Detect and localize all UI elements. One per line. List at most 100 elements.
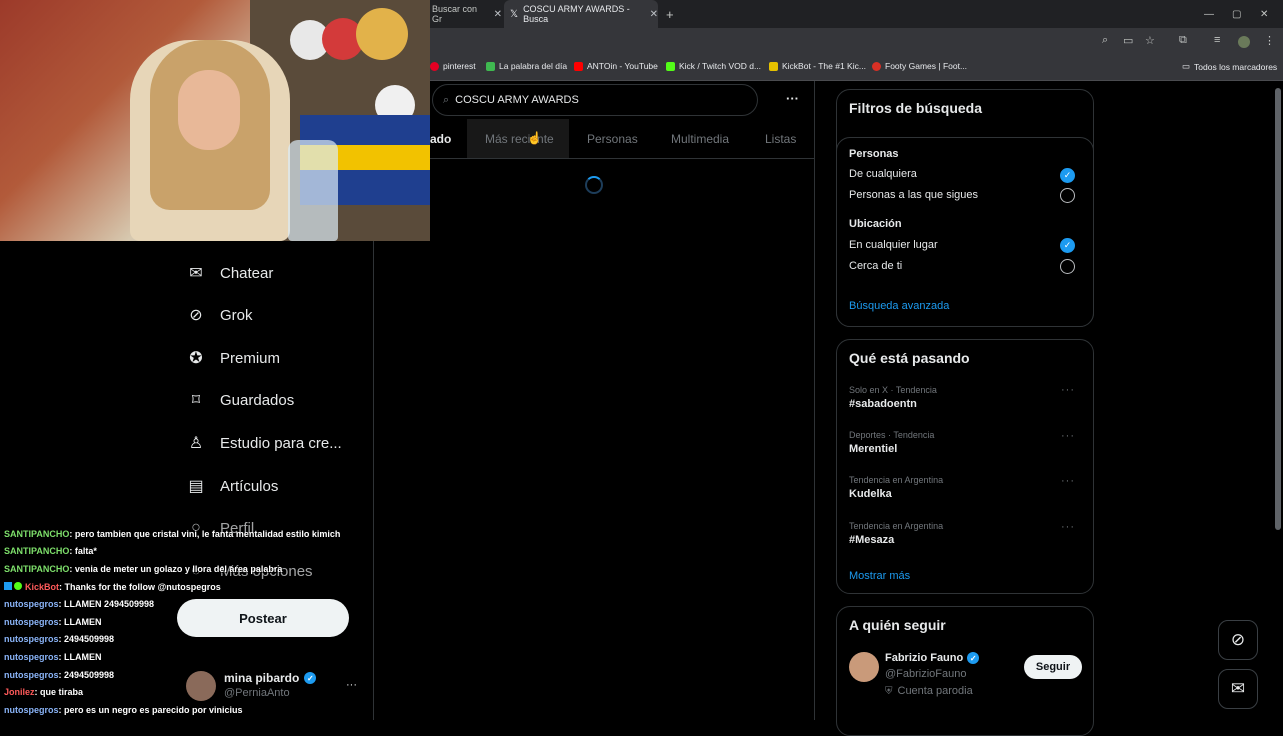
tab-mas-reciente[interactable]: Más reciente: [485, 119, 554, 159]
bot-badge-icon: [14, 582, 22, 590]
trend-meta: Deportes · Tendencia: [849, 430, 935, 440]
bookmarks-folder[interactable]: ▭ Todos los marcadores: [1182, 61, 1277, 72]
radio-unchecked-icon[interactable]: [1060, 188, 1075, 203]
extensions-icon[interactable]: ⧉: [1179, 34, 1187, 47]
tab-multimedia[interactable]: Multimedia: [671, 119, 729, 159]
show-more-link[interactable]: Mostrar más: [849, 570, 910, 582]
search-more-icon[interactable]: ···: [786, 91, 799, 106]
kickbot-icon: [769, 61, 778, 71]
chat-message: nutospegros: pero es un negro es parecid…: [4, 705, 243, 715]
chat-user: nutospegros: [4, 705, 59, 715]
parody-label: ⛨ Cuenta parodia: [885, 685, 973, 697]
chat-user: nutospegros: [4, 617, 59, 627]
browser-toolbar: [430, 28, 1283, 56]
cast-icon[interactable]: ▭: [1123, 34, 1133, 47]
browser-tab[interactable]: Buscar con Gr ✕: [430, 0, 502, 28]
trend-more-icon[interactable]: ···: [1061, 521, 1075, 533]
nav-item-guardados[interactable]: ⌑ Guardados: [186, 385, 294, 415]
webcam-face: [178, 70, 240, 150]
chat-message: SANTIPANCHO: falta*: [4, 546, 97, 556]
nav-item-chatear[interactable]: ✉ Chatear: [186, 258, 273, 288]
grok-fab-icon[interactable]: ⊘: [1218, 620, 1258, 660]
chat-text: : LLAMEN: [58, 617, 102, 627]
kick-icon: [666, 61, 675, 71]
account-more-icon[interactable]: ···: [346, 679, 357, 691]
search-icon: ⌕: [443, 93, 450, 106]
search-filters-body: Personas De cualquiera ✓ Personas a las …: [836, 137, 1094, 327]
trend-more-icon[interactable]: ···: [1061, 430, 1075, 442]
new-tab-button[interactable]: +: [666, 0, 678, 28]
radio-checked-icon[interactable]: ✓: [1060, 168, 1075, 183]
bookmark-icon: ⌑: [191, 392, 201, 409]
location-heading: Ubicación: [849, 218, 902, 230]
bookmark-item[interactable]: Footy Games | Foot...: [872, 61, 967, 71]
nav-item-premium[interactable]: ✪ Premium: [186, 343, 280, 373]
avatar[interactable]: [849, 652, 879, 682]
close-tab-icon[interactable]: ✕: [650, 9, 658, 20]
chat-text: : LLAMEN: [58, 652, 102, 662]
bookmark-item[interactable]: pinterest: [430, 61, 476, 71]
filter-option[interactable]: En cualquier lugar: [849, 239, 938, 251]
chat-text: : 2494509998: [58, 670, 115, 680]
bookmark-label: Kick / Twitch VOD d...: [679, 61, 762, 71]
x-logo-icon: 𝕏: [510, 8, 519, 20]
tabs-divider: [430, 158, 814, 159]
chat-text: : 2494509998: [58, 634, 115, 644]
bookmark-item[interactable]: KickBot - The #1 Kic...: [769, 61, 866, 71]
bookmark-item[interactable]: La palabra del día: [486, 61, 567, 71]
nav-item-grok[interactable]: ⊘ Grok: [186, 300, 252, 330]
nav-label: Artículos: [220, 477, 279, 495]
chat-message: nutospegros: 2494509998: [4, 670, 114, 680]
flask-icon: ♙: [188, 435, 204, 452]
verified-badge-icon: ✓: [304, 672, 317, 684]
maximize-button[interactable]: ▢: [1232, 0, 1241, 28]
messages-fab-icon[interactable]: ✉: [1218, 669, 1258, 709]
follow-user-name-text: Fabrizio Fauno: [885, 652, 964, 664]
search-input[interactable]: ⌕ COSCU ARMY AWARDS: [432, 84, 758, 116]
filter-option[interactable]: Cerca de ti: [849, 260, 902, 272]
nav-item-articulos[interactable]: ▤ Artículos: [186, 471, 278, 501]
advanced-search-link[interactable]: Búsqueda avanzada: [849, 300, 949, 312]
footy-icon: [872, 61, 881, 71]
bookmark-item[interactable]: ANTOin - YouTube: [574, 61, 658, 71]
tab-personas[interactable]: Personas: [587, 119, 638, 159]
webcam-bottle: [288, 140, 338, 241]
tab-destacado[interactable]: ado: [430, 119, 451, 159]
follow-button[interactable]: Seguir: [1024, 655, 1082, 679]
trend-name[interactable]: Merentiel: [849, 443, 897, 455]
bookmarks-folder-label: Todos los marcadores: [1194, 61, 1278, 72]
close-window-button[interactable]: ✕: [1260, 0, 1268, 28]
filter-option[interactable]: De cualquiera: [849, 168, 917, 180]
trend-meta: Solo en X · Tendencia: [849, 385, 937, 395]
star-icon[interactable]: ☆: [1145, 34, 1155, 47]
trend-name[interactable]: #Mesaza: [849, 534, 894, 546]
tab-listas[interactable]: Listas: [765, 119, 796, 159]
chat-text: : falta*: [69, 546, 97, 556]
minimize-button[interactable]: —: [1204, 0, 1214, 28]
follow-user-name[interactable]: Fabrizio Fauno ✓: [885, 652, 980, 664]
zoom-icon[interactable]: ⌕: [1102, 34, 1108, 47]
browser-tab-active[interactable]: 𝕏 COSCU ARMY AWARDS - Busca ✕: [504, 0, 658, 28]
nav-item-estudio[interactable]: ♙ Estudio para cre...: [186, 428, 342, 458]
trend-name[interactable]: #sabadoentn: [849, 398, 917, 410]
chat-text: : venia de meter un golazo y llora del á…: [69, 564, 283, 574]
trend-name[interactable]: Kudelka: [849, 488, 892, 500]
trends-panel: Qué está pasando Solo en X · Tendencia #…: [836, 339, 1094, 594]
bookmark-item[interactable]: Kick / Twitch VOD d...: [666, 61, 761, 71]
account-name[interactable]: mina pibardo ✓: [224, 671, 317, 685]
radio-unchecked-icon[interactable]: [1060, 259, 1075, 274]
radio-checked-icon[interactable]: ✓: [1060, 238, 1075, 253]
trend-more-icon[interactable]: ···: [1061, 475, 1075, 487]
avatar[interactable]: [1238, 36, 1250, 48]
trend-more-icon[interactable]: ···: [1061, 384, 1075, 396]
media-icon[interactable]: ≡: [1214, 34, 1220, 46]
chat-message: nutospegros: 2494509998: [4, 634, 114, 644]
filter-option[interactable]: Personas a las que sigues: [849, 189, 978, 201]
avatar[interactable]: [186, 671, 216, 701]
menu-icon[interactable]: ⋮: [1264, 34, 1275, 47]
chat-text: : pero tambien que cristal vini, le fant…: [69, 529, 341, 539]
post-button[interactable]: Postear: [177, 599, 349, 637]
webcam-ball: [356, 8, 408, 60]
scrollbar[interactable]: [1275, 88, 1281, 530]
close-tab-icon[interactable]: ✕: [494, 9, 502, 20]
